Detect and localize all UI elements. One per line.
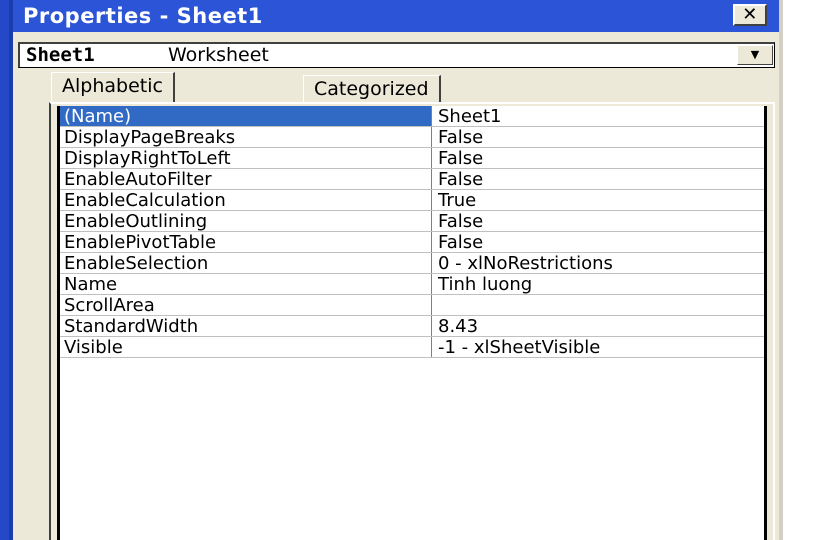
property-name[interactable]: Name (60, 274, 432, 294)
property-value[interactable]: False (434, 232, 764, 252)
tab-strip: Alphabetic Categorized (13, 72, 783, 102)
property-name[interactable]: DisplayRightToLeft (60, 148, 432, 168)
property-value[interactable]: Sheet1 (434, 106, 764, 126)
property-name[interactable]: Visible (60, 337, 432, 357)
properties-panel: Sheet1 Worksheet ▼ Alphabetic Categorize… (13, 32, 783, 540)
property-value[interactable]: -1 - xlSheetVisible (434, 337, 764, 357)
right-window-edge (779, 0, 783, 540)
property-value[interactable]: False (434, 211, 764, 231)
property-value[interactable] (434, 295, 764, 315)
property-row[interactable]: StandardWidth 8.43 (60, 316, 764, 337)
property-row[interactable]: EnableCalculation True (60, 190, 764, 211)
property-name[interactable]: EnableOutlining (60, 211, 432, 231)
property-row[interactable]: EnableAutoFilter False (60, 169, 764, 190)
property-value[interactable]: 0 - xlNoRestrictions (434, 253, 764, 273)
property-value[interactable]: False (434, 127, 764, 147)
property-name[interactable]: EnableAutoFilter (60, 169, 432, 189)
object-type: Worksheet (168, 44, 269, 66)
chevron-down-icon: ▼ (750, 48, 760, 61)
property-name[interactable]: (Name) (60, 106, 432, 126)
property-grid: (Name) Sheet1 DisplayPageBreaks False Di… (57, 106, 767, 540)
close-icon: ✕ (742, 4, 758, 25)
tab-alphabetic[interactable]: Alphabetic (51, 72, 175, 102)
object-selector-combo[interactable]: Sheet1 Worksheet ▼ (18, 42, 775, 68)
dropdown-button[interactable]: ▼ (737, 45, 773, 65)
property-name[interactable]: EnablePivotTable (60, 232, 432, 252)
tab-categorized[interactable]: Categorized (303, 75, 441, 102)
property-row[interactable]: EnableOutlining False (60, 211, 764, 232)
property-value[interactable]: False (434, 148, 764, 168)
property-value[interactable]: False (434, 169, 764, 189)
property-name[interactable]: DisplayPageBreaks (60, 127, 432, 147)
property-row[interactable]: Visible -1 - xlSheetVisible (60, 337, 764, 358)
property-name[interactable]: StandardWidth (60, 316, 432, 336)
properties-window: Properties - Sheet1 ✕ Sheet1 Worksheet ▼… (0, 0, 834, 540)
close-button[interactable]: ✕ (733, 4, 767, 26)
object-name: Sheet1 (26, 44, 95, 66)
property-row[interactable]: DisplayRightToLeft False (60, 148, 764, 169)
property-name[interactable]: ScrollArea (60, 295, 432, 315)
property-row[interactable]: Name Tinh luong (60, 274, 764, 295)
property-row[interactable]: (Name) Sheet1 (60, 106, 764, 127)
property-value[interactable]: Tinh luong (434, 274, 764, 294)
window-title: Properties - Sheet1 (23, 4, 263, 28)
property-row[interactable]: EnableSelection 0 - xlNoRestrictions (60, 253, 764, 274)
property-value[interactable]: True (434, 190, 764, 210)
property-row[interactable]: DisplayPageBreaks False (60, 127, 764, 148)
property-row[interactable]: EnablePivotTable False (60, 232, 764, 253)
property-name[interactable]: EnableCalculation (60, 190, 432, 210)
title-bar[interactable]: Properties - Sheet1 ✕ (13, 0, 783, 32)
property-row[interactable]: ScrollArea (60, 295, 764, 316)
property-name[interactable]: EnableSelection (60, 253, 432, 273)
property-value[interactable]: 8.43 (434, 316, 764, 336)
